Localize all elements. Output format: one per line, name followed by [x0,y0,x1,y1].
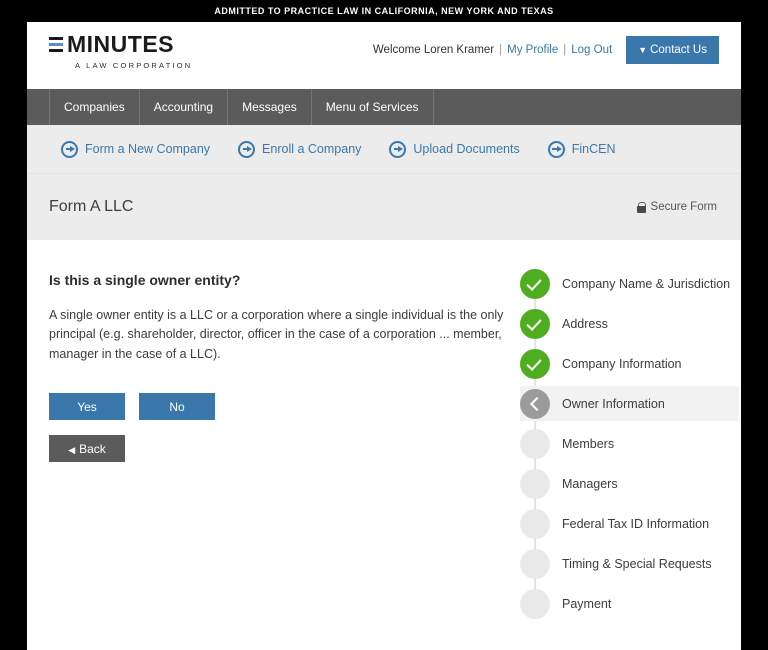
step-dot-icon [520,428,550,459]
nav-item-companies[interactable]: Companies [49,89,139,125]
user-bar: Welcome Loren Kramer | My Profile | Log … [373,36,719,64]
page-title: Form A LLC [49,198,134,215]
step-label: Managers [562,476,618,491]
subnav-item-enroll-a-company[interactable]: Enroll a Company [238,140,362,158]
step-members[interactable]: Members [520,426,720,461]
title-band: Form A LLC Secure Form [27,174,741,240]
subnav-item-fincen[interactable]: FinCEN [547,140,616,158]
brand-logo[interactable]: MINUTES A LAW CORPORATION [49,33,199,70]
content-area: Is this a single owner entity? A single … [27,240,741,650]
circle-arrow-right-icon [238,140,256,158]
step-federal-tax-id-information[interactable]: Federal Tax ID Information [520,506,720,541]
brand-name: MINUTES [67,31,174,57]
subnav-item-upload-documents-label: Upload Documents [413,142,520,156]
subnav-item-upload-documents[interactable]: Upload Documents [389,140,520,158]
step-label: Timing & Special Requests [562,556,712,571]
chevron-left-icon: ◀ [68,444,76,455]
nav-item-companies-label: Companies [64,100,125,114]
step-label: Payment [562,596,612,611]
step-label: Members [562,436,615,451]
step-label: Owner Information [562,396,665,411]
secure-form-indicator: Secure Form [636,201,717,213]
form-column: Is this a single owner entity? A single … [49,272,519,463]
contact-us-button[interactable]: ▼ Contact Us [626,36,719,64]
welcome-text: Welcome Loren Kramer [372,44,495,56]
admitted-banner-text: ADMITTED TO PRACTICE LAW IN CALIFORNIA, … [214,6,554,16]
chevron-left-icon [520,388,550,419]
circle-arrow-right-icon [61,140,78,158]
progress-steps: Company Name & Jurisdiction Address Comp… [520,266,739,626]
nav-item-accounting-label: Accounting [153,100,214,114]
step-company-name-jurisdiction[interactable]: Company Name & Jurisdiction [520,266,730,301]
form-help-text: A single owner entity is a LLC or a corp… [49,308,504,361]
step-label: Company Name & Jurisdiction [562,276,731,291]
subnav-item-form-a-new-company-label: Form a New Company [85,142,211,156]
subnav-item-fincen-label: FinCEN [571,142,616,156]
my-profile-link[interactable]: My Profile [507,44,558,56]
step-label: Company Information [562,356,682,371]
sub-nav: Form a New Company Enroll a Company Uplo… [27,125,741,174]
brand-logo-main: MINUTES [49,33,199,56]
brand-tagline: A LAW CORPORATION [75,61,193,70]
check-icon [520,268,550,299]
step-dot-icon [520,508,550,539]
check-icon [520,308,550,339]
check-icon [520,348,550,379]
user-bar-separator-1: | [499,44,503,56]
back-button-label: Back [79,441,106,456]
page-container: MINUTES A LAW CORPORATION Welcome Loren … [27,22,741,650]
step-dot-icon [520,468,550,499]
nav-item-menu-of-services-label: Menu of Services [325,100,419,114]
main-nav: Companies Accounting Messages Menu of Se… [27,89,741,125]
masthead: MINUTES A LAW CORPORATION Welcome Loren … [27,22,741,89]
subnav-item-form-a-new-company[interactable]: Form a New Company [61,140,211,158]
eminutes-e-logo-icon [49,37,63,52]
log-out-link[interactable]: Log Out [571,44,612,56]
no-button[interactable]: No [139,393,215,421]
step-label: Address [562,316,608,331]
contact-us-label: Contact Us [650,44,707,56]
form-question: Is this a single owner entity? [49,272,241,288]
step-company-information[interactable]: Company Information [520,346,720,381]
chevron-down-icon: ▼ [638,45,648,55]
step-dot-icon [520,588,550,619]
admitted-banner: ADMITTED TO PRACTICE LAW IN CALIFORNIA, … [0,0,768,22]
step-timing-special-requests[interactable]: Timing & Special Requests [520,546,720,581]
back-button[interactable]: ◀ Back [49,435,125,463]
user-bar-separator-2: | [563,44,567,56]
step-label: Federal Tax ID Information [562,516,710,531]
step-managers[interactable]: Managers [520,466,720,501]
nav-item-messages[interactable]: Messages [227,89,311,125]
nav-item-menu-of-services[interactable]: Menu of Services [310,89,434,125]
nav-item-messages-label: Messages [242,100,297,114]
circle-arrow-right-icon [389,140,407,158]
step-payment[interactable]: Payment [520,586,720,621]
subnav-item-enroll-a-company-label: Enroll a Company [262,142,362,156]
step-owner-information[interactable]: Owner Information [520,386,739,421]
nav-item-accounting[interactable]: Accounting [138,89,227,125]
step-dot-icon [520,548,550,579]
yes-button[interactable]: Yes [49,393,125,421]
secure-form-label: Secure Form [650,201,717,213]
lock-icon [636,201,647,213]
answer-button-row: Yes No [49,393,519,421]
circle-arrow-right-icon [547,140,565,158]
step-address[interactable]: Address [520,306,720,341]
